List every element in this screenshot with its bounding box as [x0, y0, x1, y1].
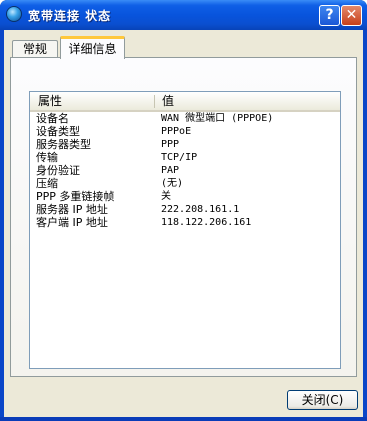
row-property: 身份验证 [36, 164, 80, 177]
list-row[interactable]: 设备类型 PPPoE [30, 125, 340, 138]
row-property: 服务器 IP 地址 [36, 203, 108, 216]
list-row[interactable]: 设备名 WAN 微型端口 (PPPOE) [30, 112, 340, 125]
list-header: 属性 值 [30, 92, 340, 112]
row-value: PPP [161, 139, 180, 150]
list-row[interactable]: 服务器 IP 地址 222.208.161.1 [30, 203, 340, 216]
row-value: PAP [161, 165, 180, 176]
dialog-client-area: 常规 详细信息 属性 值 设备名 WAN 微型端口 (PPPOE) 设备类型 P… [4, 30, 363, 417]
details-tab-panel: 属性 值 设备名 WAN 微型端口 (PPPOE) 设备类型 PPPoE 服务器… [10, 57, 357, 377]
list-row[interactable]: 服务器类型 PPP [30, 138, 340, 151]
row-value: 关 [161, 191, 171, 202]
row-property: PPP 多重链接帧 [36, 190, 115, 203]
list-row[interactable]: 客户端 IP 地址 118.122.206.161 [30, 216, 340, 229]
row-value: (无) [161, 178, 184, 189]
list-row[interactable]: 身份验证 PAP [30, 164, 340, 177]
row-property: 客户端 IP 地址 [36, 216, 108, 229]
close-button[interactable]: 关闭(C) [287, 390, 358, 410]
window-title: 宽带连接 状态 [28, 9, 112, 23]
row-property: 设备类型 [36, 125, 80, 138]
row-value: PPPoE [161, 126, 192, 137]
list-row[interactable]: 压缩 (无) [30, 177, 340, 190]
row-value: TCP/IP [161, 152, 198, 163]
details-list[interactable]: 属性 值 设备名 WAN 微型端口 (PPPOE) 设备类型 PPPoE 服务器… [29, 91, 341, 369]
row-property: 压缩 [36, 177, 58, 190]
row-value: 118.122.206.161 [161, 217, 252, 228]
network-globe-icon [6, 6, 22, 22]
title-bar[interactable]: 宽带连接 状态 ? ✕ [0, 0, 367, 30]
row-property: 服务器类型 [36, 138, 91, 151]
help-button[interactable]: ? [319, 5, 340, 26]
column-header-property[interactable]: 属性 [38, 92, 62, 110]
tab-details[interactable]: 详细信息 [60, 36, 125, 59]
list-row[interactable]: 传输 TCP/IP [30, 151, 340, 164]
tab-general[interactable]: 常规 [12, 40, 58, 58]
close-window-button[interactable]: ✕ [341, 5, 362, 26]
status-dialog: 宽带连接 状态 ? ✕ 常规 详细信息 属性 值 设备名 WAN 微型端口 (P… [0, 0, 367, 421]
row-value: WAN 微型端口 (PPPOE) [161, 113, 274, 124]
column-header-value[interactable]: 值 [162, 92, 174, 110]
row-property: 传输 [36, 151, 58, 164]
row-value: 222.208.161.1 [161, 204, 240, 215]
column-divider[interactable] [154, 95, 155, 108]
window-border-right [363, 30, 367, 421]
row-property: 设备名 [36, 112, 69, 125]
window-border-bottom [0, 417, 367, 421]
list-row[interactable]: PPP 多重链接帧 关 [30, 190, 340, 203]
